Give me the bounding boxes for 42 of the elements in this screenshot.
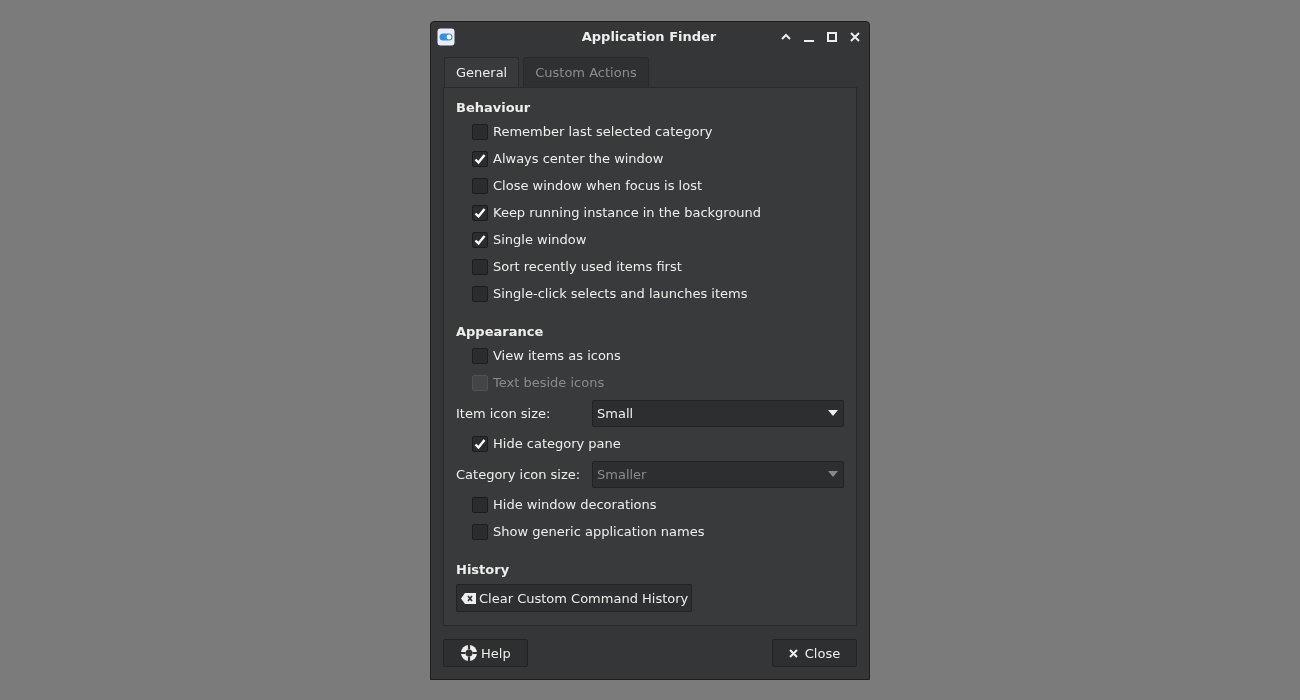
checkbox[interactable] [472,523,488,540]
help-button[interactable]: Help [443,639,528,667]
checkbox-label[interactable]: Remember last selected category [493,124,713,139]
checkbox[interactable] [472,204,488,221]
caret-icon [828,471,838,477]
tab[interactable]: General [444,57,520,87]
close-icon[interactable] [849,30,861,43]
field-label: Item icon size: [456,405,552,421]
checkbox[interactable] [472,347,488,364]
checkbox-label[interactable]: View items as icons [493,348,621,363]
checkbox-label[interactable]: Always center the window [493,151,664,166]
checkbox[interactable] [472,435,488,452]
backspace-icon [461,592,476,604]
checkbox-label[interactable]: Sort recently used items first [493,259,682,274]
checkbox[interactable] [472,177,488,194]
checkbox[interactable] [472,150,488,167]
section-heading: Appearance [456,323,545,341]
close-button[interactable]: Close [772,639,857,667]
dropdown[interactable]: Small [592,399,844,427]
section-heading: Behaviour [456,99,532,117]
section-heading: History [456,561,511,579]
checkbox-label[interactable]: Keep running instance in the background [493,205,762,220]
checkbox-label[interactable]: Single window [493,232,587,247]
clear-history-button[interactable]: Clear Custom Command History [456,584,693,612]
checkbox-label[interactable]: Close window when focus is lost [493,178,702,193]
checkbox-label[interactable]: Single-click selects and launches items [493,286,748,301]
checkbox[interactable] [472,258,488,275]
caret-icon [828,410,838,416]
checkbox[interactable] [472,285,488,302]
checkbox-label[interactable]: Show generic application names [493,524,705,539]
window-title: Application Finder [581,29,717,44]
lifebuoy-icon [460,644,478,662]
checkbox[interactable] [472,231,488,248]
maximize-icon[interactable] [826,30,838,43]
tab[interactable]: Custom Actions [523,57,649,87]
checkbox-label[interactable]: Hide window decorations [493,497,657,512]
checkbox[interactable] [472,123,488,140]
toggle-switch-icon [437,27,455,46]
checkbox-label[interactable]: Hide category pane [493,436,621,451]
close-icon [788,648,798,658]
checkbox[interactable] [472,496,488,513]
field-label: Category icon size: [456,466,582,482]
